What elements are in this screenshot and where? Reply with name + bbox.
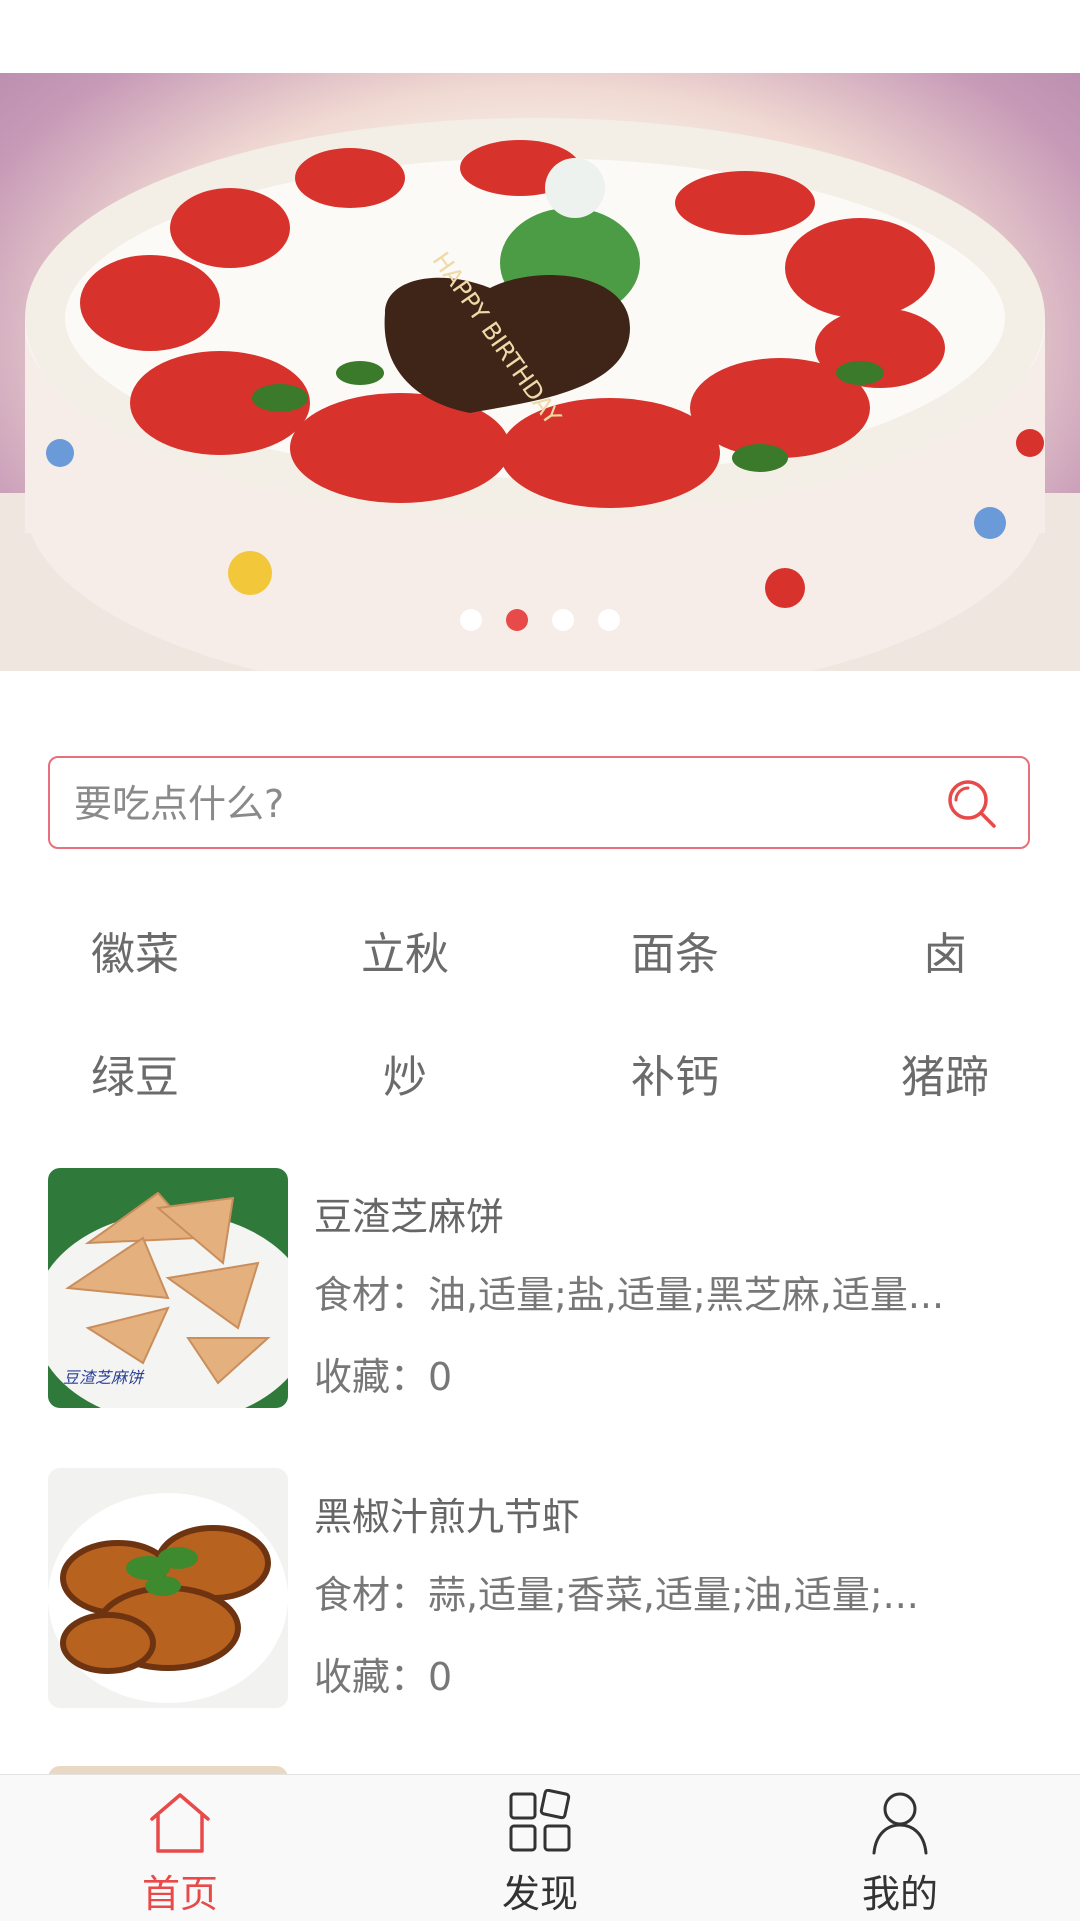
recipe-favorites: 收藏：0	[314, 1355, 453, 1399]
recipe-ingredients: 食材：油,适量;盐,适量;黑芝麻,适量...	[314, 1273, 945, 1317]
category-tag[interactable]: 面条	[540, 925, 810, 985]
recipe-thumbnail[interactable]: 豆渣芝麻饼	[48, 1168, 288, 1408]
search-box[interactable]	[48, 756, 1030, 849]
carousel-indicator[interactable]	[0, 609, 1080, 631]
home-icon	[150, 1793, 210, 1853]
recipe-title[interactable]: 黑椒汁煎九节虾	[314, 1486, 580, 1541]
recipe-item[interactable]: 豆渣芝麻饼 豆渣芝麻饼 食材：油,适量;盐,适量;黑芝麻,适量... 收藏：0	[48, 1168, 1048, 1408]
status-bar	[0, 0, 1080, 73]
recipe-ingredients: 食材：蒜,适量;香菜,适量;油,适量;...	[314, 1573, 919, 1617]
banner-image: HAPPY BIRTHDAY	[0, 118, 1080, 671]
category-tag[interactable]: 绿豆	[0, 1048, 270, 1108]
nav-mine-label: 我的	[861, 1872, 938, 1916]
user-icon	[872, 1792, 928, 1855]
nav-mine[interactable]: 我的	[720, 1775, 1080, 1921]
recipe-favorites: 收藏：0	[314, 1655, 453, 1699]
nav-discover-label: 发现	[501, 1872, 578, 1916]
category-tag[interactable]: 补钙	[540, 1048, 810, 1108]
carousel-dot[interactable]	[460, 609, 482, 631]
category-tag[interactable]: 徽菜	[0, 925, 270, 985]
recipe-title[interactable]: 豆渣芝麻饼	[314, 1186, 504, 1241]
category-tag[interactable]: 猪蹄	[810, 1048, 1080, 1108]
carousel-dot[interactable]	[598, 609, 620, 631]
nav-home[interactable]: 首页	[0, 1775, 360, 1921]
bottom-nav: 首页 发现 我的	[0, 1774, 1080, 1921]
grid-icon	[509, 1789, 571, 1852]
category-tag[interactable]: 卤	[810, 925, 1080, 985]
search-icon[interactable]	[946, 778, 998, 830]
recipe-item[interactable]: 黑椒汁煎九节虾 食材：蒜,适量;香菜,适量;油,适量;... 收藏：0	[48, 1468, 1048, 1708]
recipe-thumbnail[interactable]	[48, 1468, 288, 1708]
banner-carousel[interactable]: HAPPY BIRTHDAY	[0, 73, 1080, 671]
category-tag[interactable]: 立秋	[270, 925, 540, 985]
thumbnail-caption: 豆渣芝麻饼	[63, 1368, 145, 1387]
nav-home-label: 首页	[141, 1872, 218, 1916]
nav-discover[interactable]: 发现	[360, 1775, 720, 1921]
carousel-dot-active[interactable]	[506, 609, 528, 631]
search-input[interactable]	[72, 758, 936, 849]
carousel-dot[interactable]	[552, 609, 574, 631]
category-tag[interactable]: 炒	[270, 1048, 540, 1108]
